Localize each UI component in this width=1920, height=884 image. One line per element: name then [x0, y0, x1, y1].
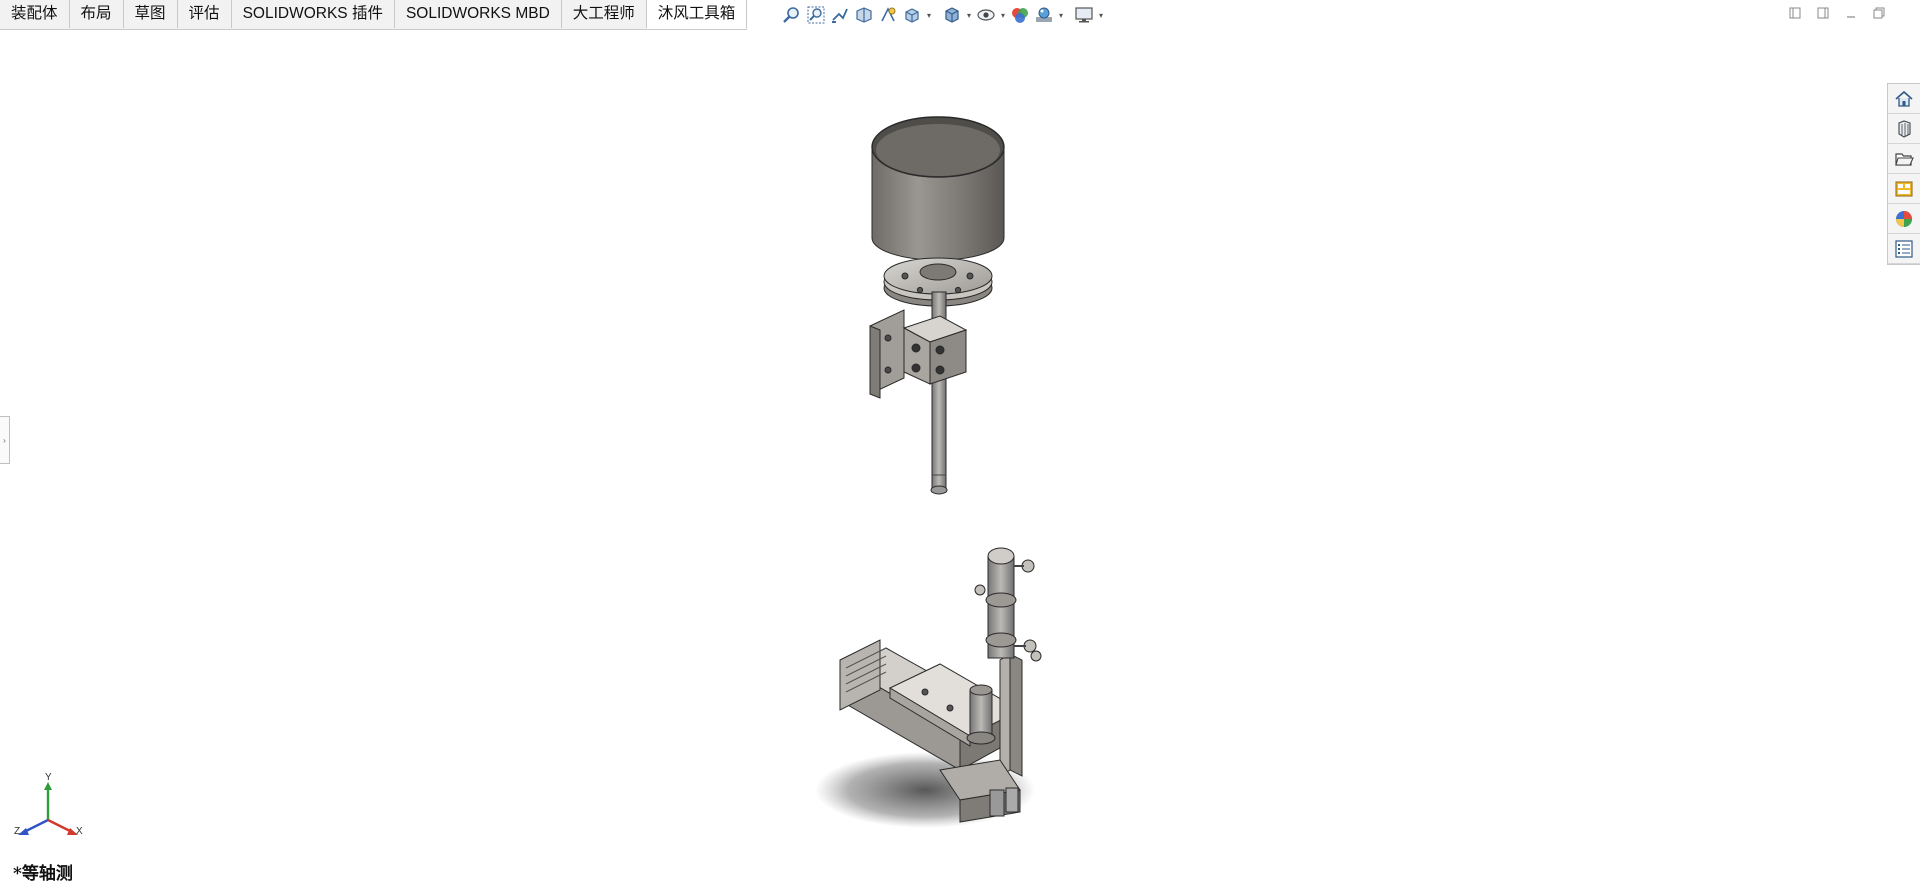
dynamic-annotation-icon[interactable]	[876, 3, 900, 27]
reference-triad: Y X Z	[14, 772, 83, 837]
view-orientation-label: *等轴测	[13, 864, 73, 884]
hide-show-items-icon[interactable]	[974, 3, 998, 27]
view-settings-dropdown[interactable]: ▾	[1096, 3, 1106, 27]
section-view-icon[interactable]	[852, 3, 876, 27]
tile-right-icon[interactable]	[1814, 4, 1832, 22]
apply-scene-dropdown[interactable]: ▾	[1056, 3, 1066, 27]
tab-solidworks-mbd[interactable]: SOLIDWORKS MBD	[395, 0, 562, 28]
tab-assembly[interactable]: 装配体	[0, 0, 70, 28]
tab-layout[interactable]: 布局	[70, 0, 124, 28]
edit-appearance-icon[interactable]	[1008, 3, 1032, 27]
display-style-dropdown[interactable]: ▾	[964, 3, 974, 27]
minimize-icon[interactable]	[1842, 4, 1860, 22]
tab-solidworks-addins[interactable]: SOLIDWORKS 插件	[232, 0, 395, 28]
actuator-assembly[interactable]	[815, 547, 1042, 828]
triad-z-label: Z	[14, 826, 20, 837]
home-icon[interactable]	[1888, 84, 1920, 114]
triad-y-label: Y	[45, 772, 52, 783]
window-controls	[1786, 4, 1888, 22]
display-style-icon[interactable]	[940, 3, 964, 27]
tab-evaluate[interactable]: 评估	[178, 0, 232, 28]
view-orientation-icon[interactable]	[900, 3, 924, 27]
zoom-to-fit-icon[interactable]	[780, 3, 804, 27]
custom-properties-icon[interactable]	[1888, 234, 1920, 264]
file-explorer-icon[interactable]	[1888, 144, 1920, 174]
tile-left-icon[interactable]	[1786, 4, 1804, 22]
tab-big-engineer[interactable]: 大工程师	[562, 0, 647, 28]
view-orientation-dropdown[interactable]: ▾	[924, 3, 934, 27]
heads-up-view-toolbar: ▾ ▾ ▾ ▾ ▾	[780, 2, 1106, 28]
command-manager-tabs: 装配体 布局 草图 评估 SOLIDWORKS 插件 SOLIDWORKS MB…	[0, 0, 748, 30]
tab-sketch[interactable]: 草图	[124, 0, 178, 28]
hide-show-items-dropdown[interactable]: ▾	[998, 3, 1008, 27]
triad-x-label: X	[76, 826, 83, 837]
design-library-icon[interactable]	[1888, 114, 1920, 144]
restore-icon[interactable]	[1870, 4, 1888, 22]
view-settings-icon[interactable]	[1072, 3, 1096, 27]
tab-mufeng-toolbox[interactable]: 沐风工具箱	[646, 0, 748, 29]
zoom-to-area-icon[interactable]	[804, 3, 828, 27]
previous-view-icon[interactable]	[828, 3, 852, 27]
task-pane	[1887, 83, 1920, 265]
appearances-scenes-icon[interactable]	[1888, 204, 1920, 234]
apply-scene-icon[interactable]	[1032, 3, 1056, 27]
graphics-area[interactable]: Y X Z	[0, 30, 1880, 881]
hopper-assembly[interactable]	[869, 116, 1005, 495]
view-palette-icon[interactable]	[1888, 174, 1920, 204]
